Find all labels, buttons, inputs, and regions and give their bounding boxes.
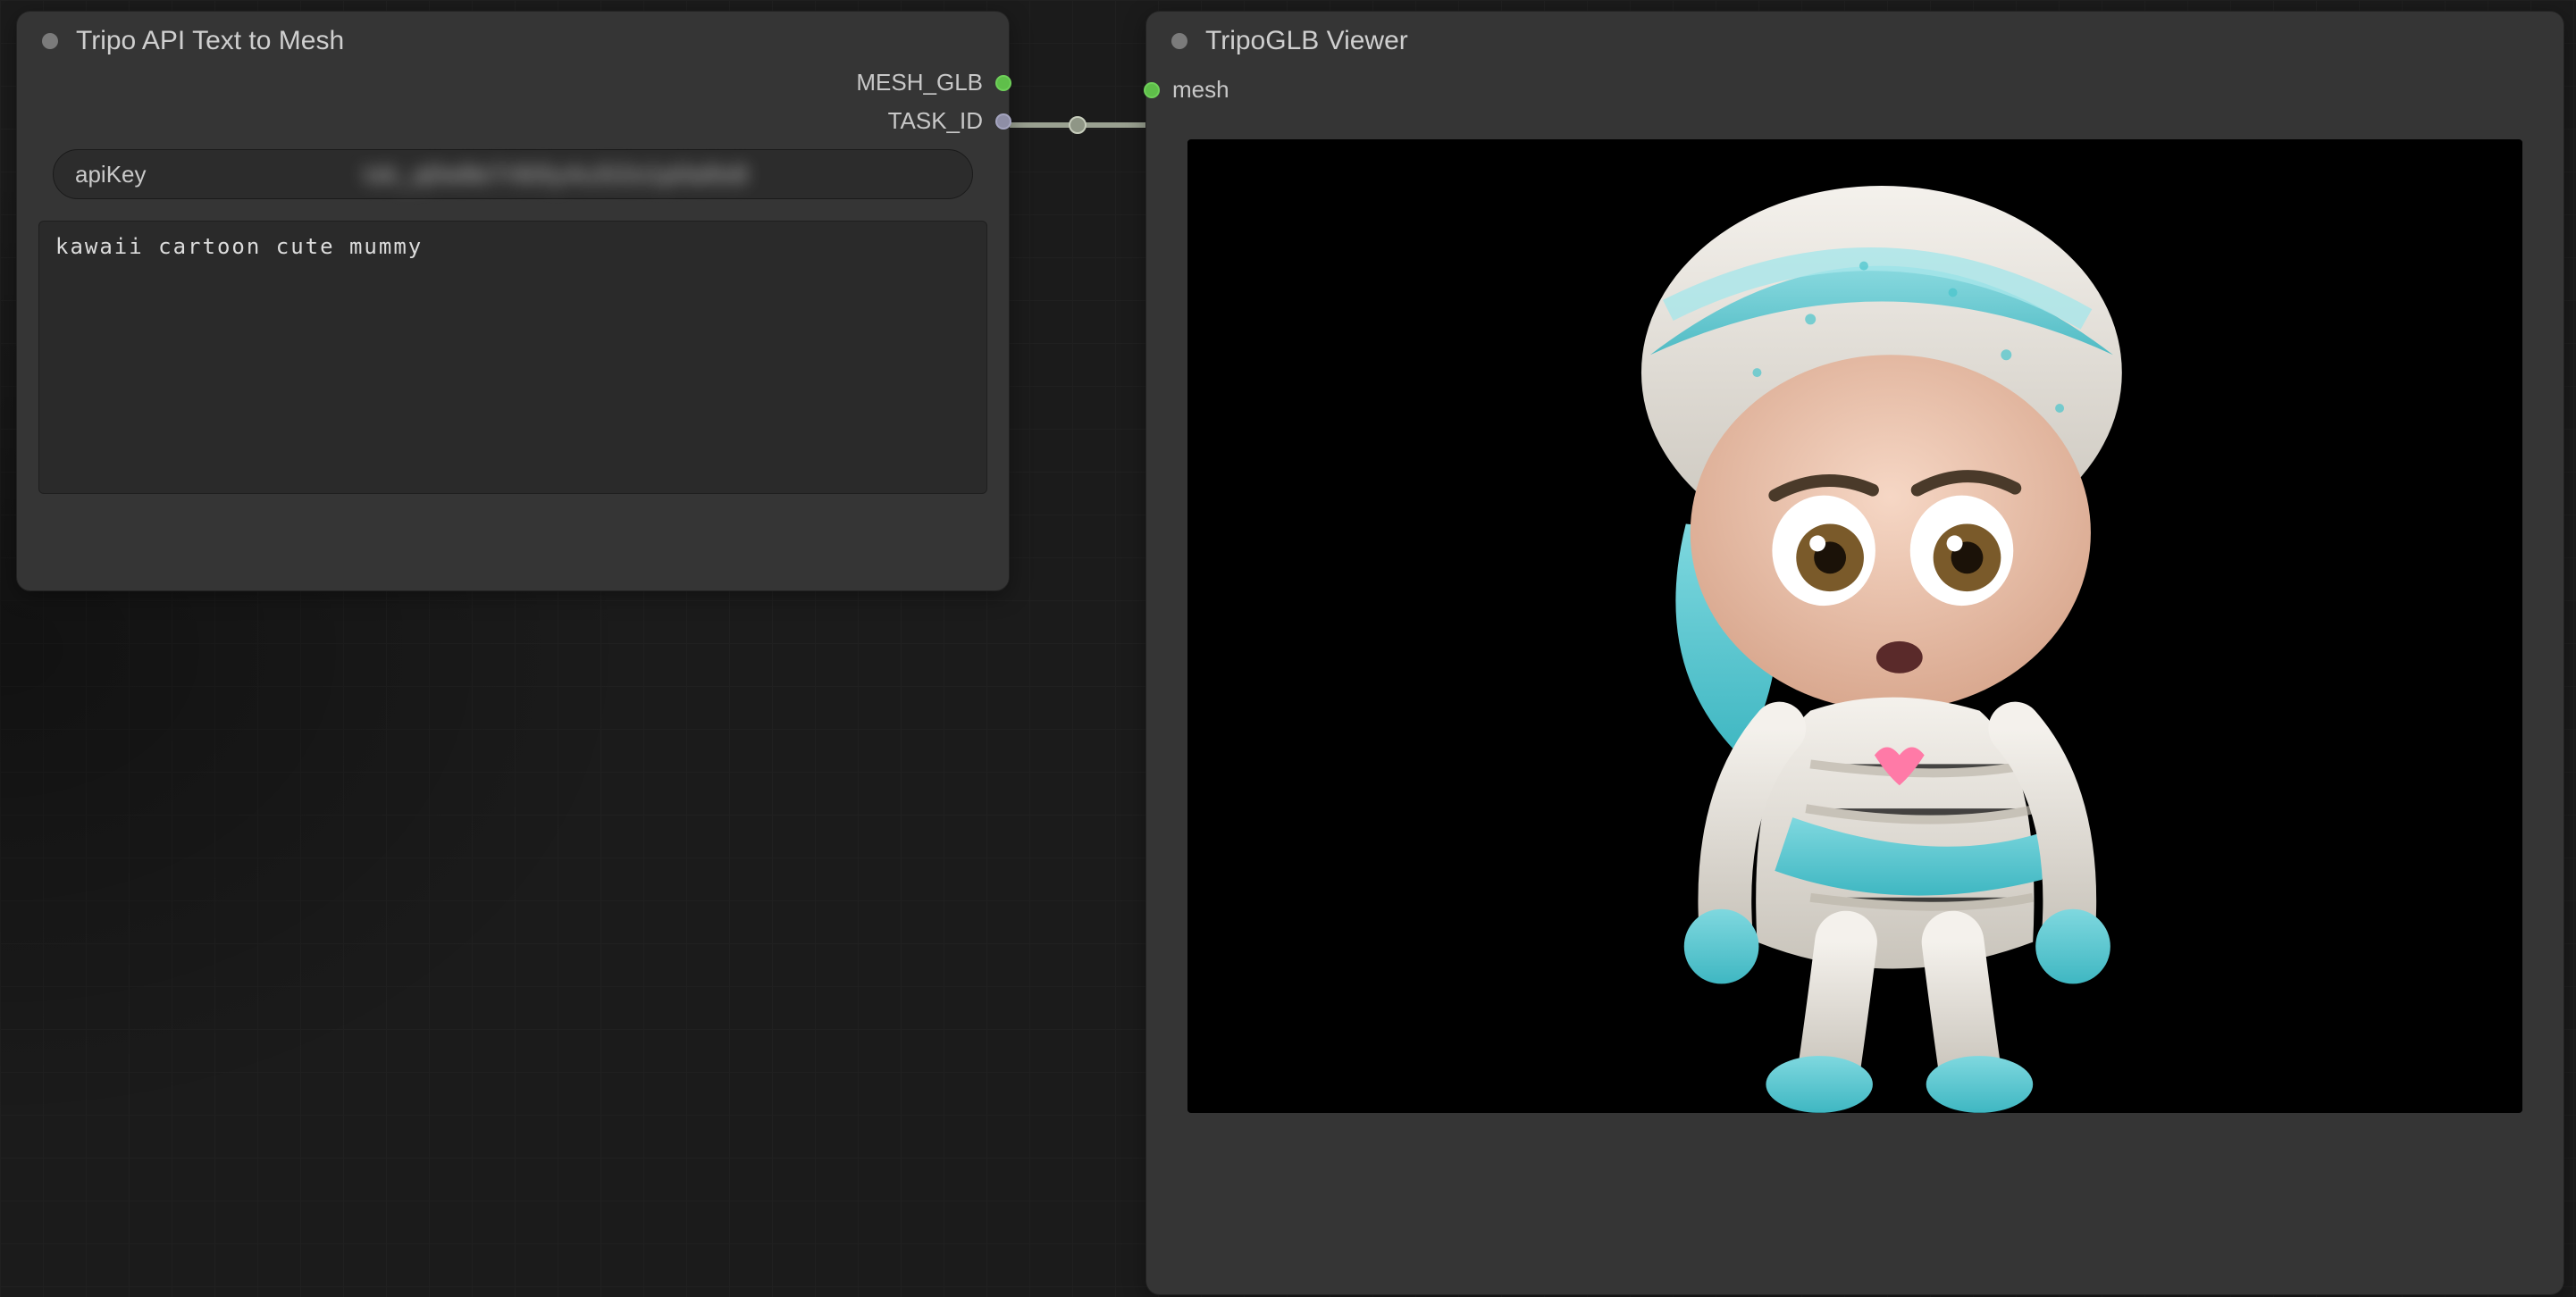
node-connection-wire: [1001, 114, 1154, 136]
node-title: TripoGLB Viewer: [1205, 26, 1408, 56]
port-socket-icon[interactable]: [995, 113, 1011, 130]
output-port-mesh-glb[interactable]: MESH_GLB: [856, 69, 1003, 96]
input-port-label: mesh: [1172, 76, 1229, 104]
glb-viewer[interactable]: [1187, 139, 2522, 1113]
output-port-task-id[interactable]: TASK_ID: [888, 107, 1003, 135]
port-socket-icon[interactable]: [995, 75, 1011, 91]
prompt-textarea[interactable]: kawaii cartoon cute mummy: [55, 234, 970, 481]
apikey-label: apiKey: [75, 161, 147, 188]
node-collapse-dot-icon[interactable]: [42, 33, 58, 49]
node-tripoglb-viewer[interactable]: TripoGLB Viewer mesh: [1145, 11, 2564, 1295]
node-input-ports: mesh: [1146, 67, 2563, 113]
node-header[interactable]: Tripo API Text to Mesh: [17, 12, 1009, 67]
node-header[interactable]: TripoGLB Viewer: [1146, 12, 2563, 67]
node-output-ports: MESH_GLB TASK_ID: [17, 67, 1009, 144]
input-port-mesh[interactable]: mesh: [1152, 76, 1229, 104]
output-port-label: MESH_GLB: [856, 69, 983, 96]
apikey-field[interactable]: apiKey tsk_q0w8e7r6t5y4u3i2o1p0a9s8: [53, 149, 973, 199]
port-socket-icon[interactable]: [1144, 82, 1160, 98]
glb-preview-icon: [1187, 139, 2522, 1113]
node-title: Tripo API Text to Mesh: [76, 26, 344, 56]
apikey-value: tsk_q0w8e7r6t5y4u3i2o1p0a9s8: [163, 161, 952, 188]
node-collapse-dot-icon[interactable]: [1171, 33, 1187, 49]
prompt-textarea-wrap: kawaii cartoon cute mummy: [38, 221, 987, 494]
node-tripo-text-to-mesh[interactable]: Tripo API Text to Mesh MESH_GLB TASK_ID …: [16, 11, 1010, 591]
output-port-label: TASK_ID: [888, 107, 983, 135]
